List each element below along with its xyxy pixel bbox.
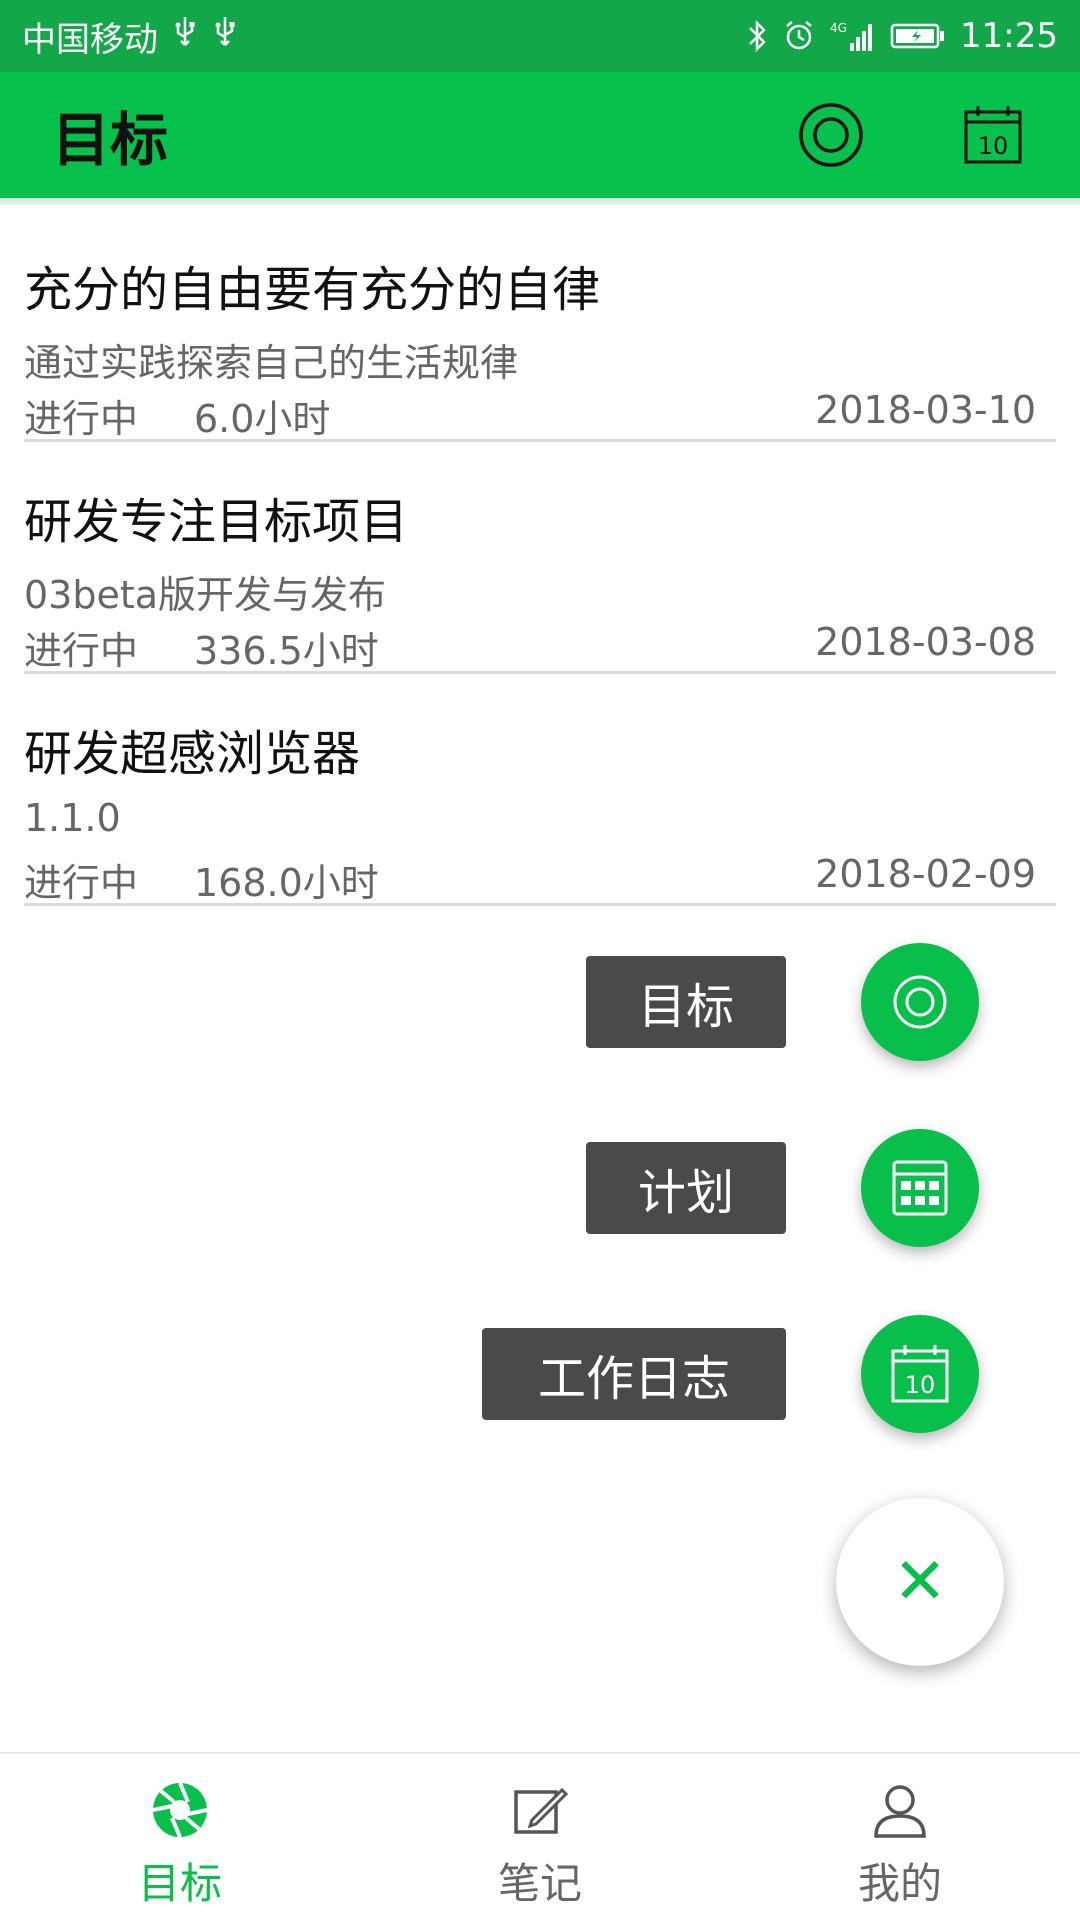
network-label: 4G: [830, 21, 847, 35]
alarm-icon: [782, 19, 816, 53]
close-icon: ✕: [893, 1545, 947, 1619]
user-icon: [874, 1785, 926, 1838]
app-bar: 目标 10: [0, 72, 1080, 204]
goal-title: 研发超感浏览器: [24, 726, 361, 782]
goal-hours: 168.0小时: [194, 861, 379, 905]
goal-status: 进行中: [24, 397, 139, 441]
fab-worklog-button[interactable]: 10: [861, 1315, 979, 1433]
usb-icon: [212, 15, 238, 58]
goal-item[interactable]: 充分的自由要有充分的自律 通过实践探索自己的生活规律 进行中 6.0小时 201…: [24, 210, 1056, 442]
nav-item-me[interactable]: 我的: [720, 1754, 1080, 1922]
nav-label: 我的: [857, 1859, 942, 1908]
calendar-10-icon: 10: [891, 1345, 949, 1403]
page-title: 目标: [52, 106, 169, 174]
nav-item-notes[interactable]: 笔记: [360, 1754, 720, 1922]
fab-target-button[interactable]: [861, 943, 979, 1061]
calendar-10-icon: 10: [964, 106, 1022, 164]
goal-hours: 6.0小时: [194, 397, 331, 441]
fab-label-worklog[interactable]: 工作日志: [482, 1328, 786, 1420]
goal-subtitle: 通过实践探索自己的生活规律: [24, 341, 519, 385]
grid-calendar-icon: [892, 1160, 948, 1216]
svg-text:10: 10: [905, 1371, 936, 1399]
fab-label-plan[interactable]: 计划: [586, 1142, 786, 1234]
goal-item[interactable]: 研发超感浏览器 1.1.0 进行中 168.0小时 2018-02-09: [24, 674, 1056, 906]
fab-plan-button[interactable]: [861, 1129, 979, 1247]
goal-title: 研发专注目标项目: [24, 494, 409, 550]
goal-title: 充分的自由要有充分的自律: [24, 262, 601, 318]
status-left: 中国移动: [22, 12, 238, 61]
goal-date: 2018-02-09: [815, 852, 1036, 896]
carrier-label: 中国移动: [22, 19, 158, 60]
fab-label-target[interactable]: 目标: [586, 956, 786, 1048]
note-edit-icon: [514, 1787, 569, 1834]
bottom-nav: 目标 笔记 我的: [0, 1752, 1080, 1922]
bluetooth-icon: [746, 19, 768, 53]
goal-status: 进行中: [24, 629, 139, 673]
aperture-icon: [152, 1782, 208, 1838]
svg-text:10: 10: [978, 132, 1009, 160]
target-icon: [799, 103, 863, 167]
battery-icon: [890, 21, 946, 51]
calendar-button[interactable]: 10: [958, 100, 1028, 170]
goal-date: 2018-03-08: [815, 620, 1036, 664]
target-button[interactable]: [796, 100, 866, 170]
goal-subtitle: 03beta版开发与发布: [24, 573, 387, 617]
nav-label: 笔记: [497, 1859, 582, 1908]
clock-time: 11:25: [960, 16, 1058, 56]
app-bar-actions: 10: [796, 100, 1028, 170]
goal-subtitle: 1.1.0: [24, 796, 121, 840]
target-icon: [893, 975, 947, 1029]
status-bar: 中国移动 4G 11:25: [0, 0, 1080, 72]
nav-label: 目标: [137, 1859, 222, 1908]
goal-list: 充分的自由要有充分的自律 通过实践探索自己的生活规律 进行中 6.0小时 201…: [24, 210, 1056, 906]
usb-icon: [172, 15, 198, 58]
goal-item[interactable]: 研发专注目标项目 03beta版开发与发布 进行中 336.5小时 2018-0…: [24, 442, 1056, 674]
goal-date: 2018-03-10: [815, 388, 1036, 432]
fab-close-button[interactable]: ✕: [836, 1498, 1004, 1666]
status-right: 4G 11:25: [746, 16, 1058, 56]
signal-icon: 4G: [830, 19, 876, 53]
nav-item-goals[interactable]: 目标: [0, 1754, 360, 1922]
goal-hours: 336.5小时: [194, 629, 379, 673]
goal-status: 进行中: [24, 861, 139, 905]
